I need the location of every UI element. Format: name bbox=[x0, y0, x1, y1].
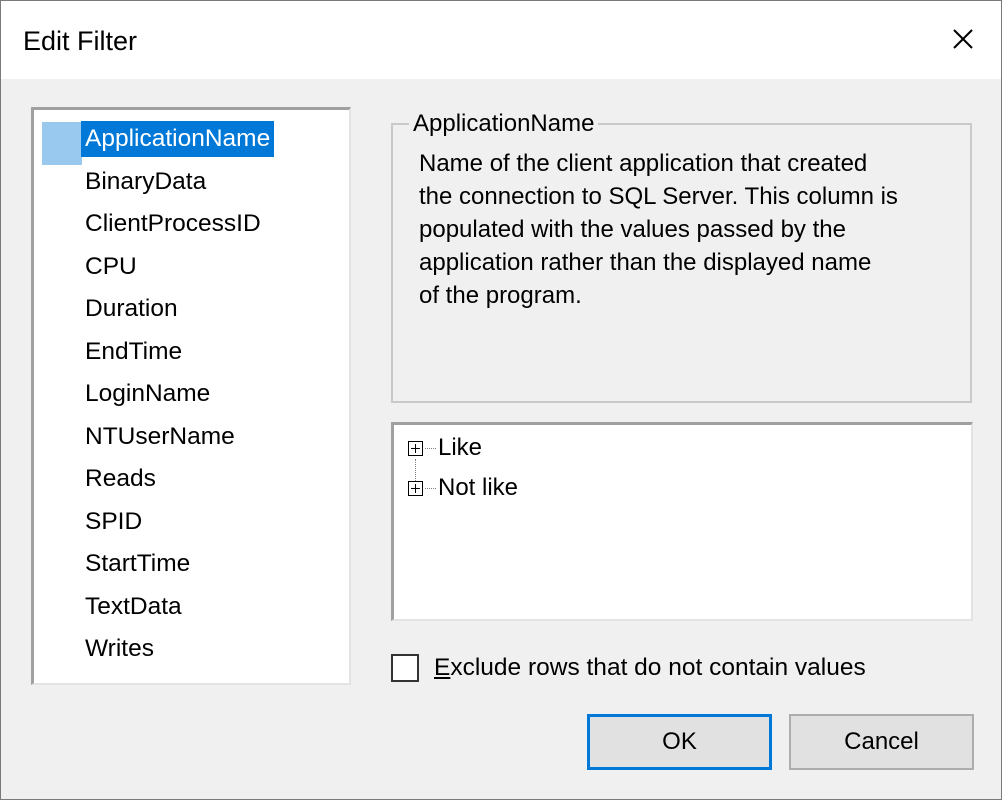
column-item-writes[interactable]: Writes bbox=[81, 631, 158, 667]
close-button[interactable] bbox=[945, 21, 981, 57]
column-item-starttime[interactable]: StartTime bbox=[81, 546, 194, 582]
column-item-cpu[interactable]: CPU bbox=[81, 249, 141, 285]
tree-node-like[interactable]: Like bbox=[408, 432, 482, 464]
exclude-rows-option[interactable]: Exclude rows that do not contain values bbox=[391, 651, 866, 685]
column-item-loginname[interactable]: LoginName bbox=[81, 376, 214, 412]
tree-label-like[interactable]: Like bbox=[438, 432, 482, 464]
description-line: populated with the values passed by the bbox=[419, 216, 846, 243]
description-line: of the program. bbox=[419, 282, 582, 309]
column-item-duration[interactable]: Duration bbox=[81, 291, 182, 327]
exclude-rows-label[interactable]: Exclude rows that do not contain values bbox=[434, 651, 866, 685]
tree-label-not-like[interactable]: Not like bbox=[438, 472, 518, 504]
column-item-spid[interactable]: SPID bbox=[81, 504, 146, 540]
column-item-reads[interactable]: Reads bbox=[81, 461, 160, 497]
column-list[interactable]: ApplicationName BinaryData ClientProcess… bbox=[31, 107, 351, 685]
exclude-rows-checkbox[interactable] bbox=[391, 654, 419, 682]
tree-dots bbox=[425, 487, 436, 489]
edit-filter-dialog: Edit Filter ApplicationName BinaryData C… bbox=[0, 0, 1002, 800]
operator-tree[interactable]: Like Not like bbox=[391, 422, 973, 621]
column-item-applicationname[interactable]: ApplicationName bbox=[81, 121, 275, 157]
column-item-textdata[interactable]: TextData bbox=[81, 589, 186, 625]
selection-focus-stub bbox=[42, 122, 82, 165]
column-item-binarydata[interactable]: BinaryData bbox=[81, 164, 210, 200]
ok-button[interactable]: OK bbox=[587, 714, 772, 770]
accelerator-key: E bbox=[434, 654, 451, 681]
description-heading: ApplicationName bbox=[409, 111, 599, 137]
description-line: application rather than the displayed na… bbox=[419, 249, 872, 276]
description-line: the connection to SQL Server. This colum… bbox=[419, 183, 898, 210]
close-icon bbox=[953, 29, 973, 49]
dialog-title: Edit Filter bbox=[23, 26, 138, 56]
description-line: Name of the client application that crea… bbox=[419, 150, 868, 177]
column-item-endtime[interactable]: EndTime bbox=[81, 334, 186, 370]
cancel-button[interactable]: Cancel bbox=[789, 714, 974, 770]
column-item-clientprocessid[interactable]: ClientProcessID bbox=[81, 206, 265, 242]
plus-box-icon[interactable] bbox=[408, 440, 423, 456]
description-group: ApplicationName Name of the client appli… bbox=[391, 111, 972, 403]
tree-dots bbox=[425, 447, 436, 449]
title-bar: Edit Filter bbox=[1, 1, 1001, 79]
description-text: Name of the client application that crea… bbox=[419, 147, 964, 312]
tree-node-not-like[interactable]: Not like bbox=[408, 472, 518, 504]
exclude-rows-label-text: xclude rows that do not contain values bbox=[450, 654, 866, 681]
plus-box-icon[interactable] bbox=[408, 480, 423, 496]
column-item-ntusername[interactable]: NTUserName bbox=[81, 419, 239, 455]
